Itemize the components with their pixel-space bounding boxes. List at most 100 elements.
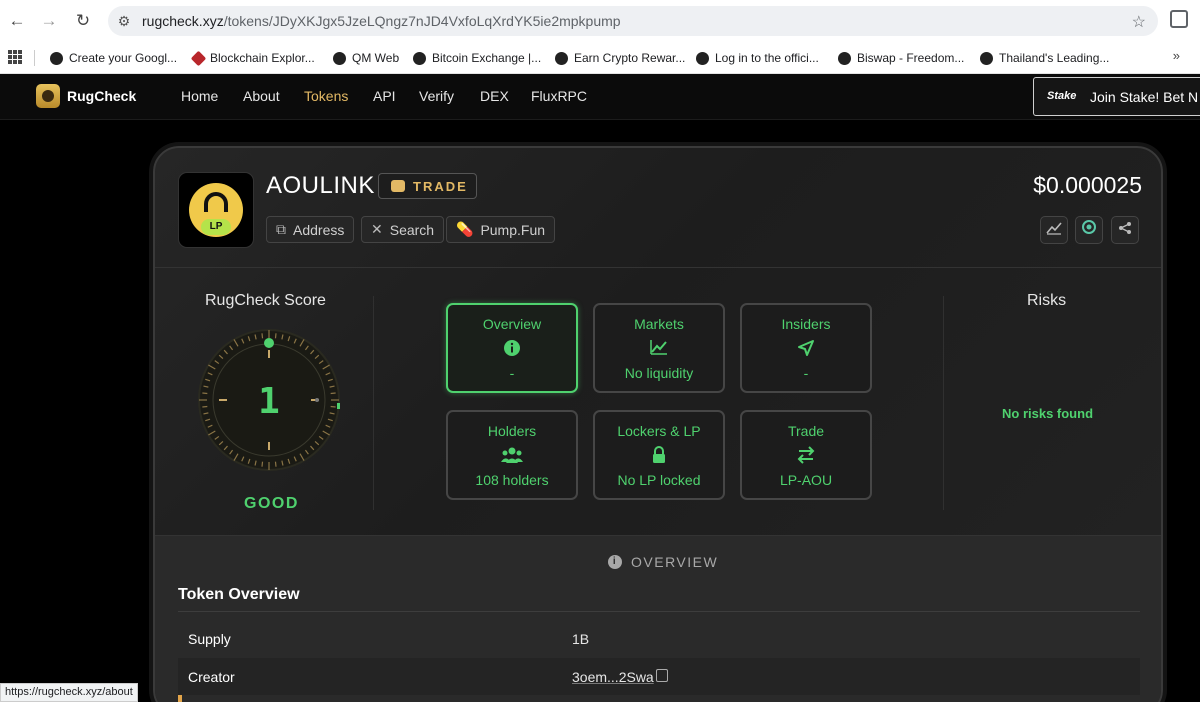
token-logo-mark [204,192,228,212]
bookmarks-divider [34,50,35,66]
chart-icon-glyph [1046,222,1062,235]
token-overview-title: Token Overview [178,586,300,603]
pumpfun-button[interactable]: 💊 Pump.Fun [446,216,556,243]
address-bar[interactable]: ⚙ rugcheck.xyz/tokens/JDyXKJgx5JzeLQngz7… [108,6,1158,36]
bookmark-item[interactable]: Bitcoin Exchange |... [413,49,541,67]
score-title: RugCheck Score [205,292,326,309]
token-name: AOULINK [266,172,375,199]
share-icon-glyph [1119,222,1131,234]
chart-icon[interactable] [1040,216,1068,244]
risks-divider [943,296,944,510]
more-bookmarks-icon[interactable]: » [1173,48,1180,63]
site-settings-icon[interactable]: ⚙ [116,13,132,29]
gauge-tick [274,333,277,339]
token-header: LP AOULINK TRADE $0.000025 ⧉ Address ✕ Sea… [155,148,1161,268]
info-icon: i [608,555,622,569]
score-divider [373,296,374,510]
score-label: GOOD [244,495,299,512]
nav-about[interactable]: About [243,88,280,104]
bookmark-item[interactable]: Log in to the offici... [696,49,819,67]
bookmarks-bar: Create your Googl... Blockchain Explor..… [0,42,1200,74]
users-icon [448,446,576,469]
bookmark-item[interactable]: Biswap - Freedom... [838,49,964,67]
rugcheck-logo-icon[interactable] [36,84,60,108]
bookmark-favicon-icon [413,51,426,65]
bookmark-favicon-icon [696,51,709,65]
bookmark-item[interactable]: Blockchain Explor... [190,49,315,67]
nav-tokens[interactable]: Tokens [304,88,348,104]
gauge-tick [261,461,264,467]
target-icon-glyph [1082,220,1096,234]
warning-strip [178,695,182,702]
nav-api[interactable]: API [373,88,396,104]
apps-grid-icon[interactable] [8,50,22,64]
info-icon [448,339,576,362]
gauge-tick [274,461,277,467]
address-button[interactable]: ⧉ Address [266,216,355,243]
robot-icon [391,180,405,192]
x-icon: ✕ [371,221,383,237]
nav-verify[interactable]: Verify [419,88,454,104]
pill-icon: 💊 [456,221,474,237]
gauge-tick [330,405,336,408]
search-button[interactable]: ✕ Search [361,216,445,243]
token-logo: LP [178,172,254,248]
overview-section: i OVERVIEW Token Overview Supply 1B Crea… [155,535,1161,702]
chart-icon [595,339,723,360]
tile-lockers-lp[interactable]: Lockers & LP No LP locked [593,410,725,500]
tile-markets[interactable]: Markets No liquidity [593,303,725,393]
send-icon [742,339,870,362]
nav-fluxrpc[interactable]: FluxRPC [531,88,587,104]
bookmark-favicon-icon [838,51,851,65]
url-text[interactable]: rugcheck.xyz/tokens/JDyXKJgx5JzeLQngz7nJ… [142,13,621,29]
bookmark-item[interactable]: Create your Googl... [50,49,177,67]
bookmark-item[interactable]: Earn Crypto Rewar... [555,49,685,67]
site-header: RugCheck Home About Tokens API Verify DE… [0,74,1200,120]
stake-banner[interactable]: Stake Join Stake! Bet N [1033,77,1200,116]
extensions-icon[interactable] [1170,10,1188,28]
tile-insiders[interactable]: Insiders - [740,303,872,393]
bookmark-item[interactable]: QM Web [333,49,399,67]
browser-toolbar: ← → ↻ ⚙ rugcheck.xyz/tokens/JDyXKJgx5Jze… [0,0,1200,42]
nav-home[interactable]: Home [181,88,218,104]
trade-badge[interactable]: TRADE [378,173,477,199]
gauge-tick [202,392,208,395]
risks-message: No risks found [1002,406,1094,421]
bookmark-favicon-icon [50,51,63,65]
score-value: 1 [258,381,280,422]
bookmark-star-icon[interactable]: ☆ [1132,12,1146,32]
copy-icon[interactable] [656,669,668,682]
header-divider [155,267,1161,268]
bookmark-item[interactable]: Thailand's Leading... [980,49,1109,67]
gauge-tick [330,392,336,395]
gauge-tick [202,405,208,408]
tile-holders[interactable]: Holders 108 holders [446,410,578,500]
overview-rule [178,611,1140,612]
overview-row-supply: Supply 1B [188,631,590,647]
token-card: LP AOULINK TRADE $0.000025 ⧉ Address ✕ Sea… [153,146,1163,702]
site-logo-text[interactable]: RugCheck [67,88,136,104]
bookmark-favicon-icon [333,51,346,65]
bookmark-favicon-icon [190,50,207,66]
bookmark-favicon-icon [555,51,568,65]
stake-banner-text: Join Stake! Bet N [1090,89,1199,105]
lock-icon [595,446,723,469]
share-icon[interactable] [1111,216,1139,244]
forward-icon[interactable]: → [38,10,60,32]
link-status-bar: https://rugcheck.xyz/about [0,683,138,702]
gauge-tick [261,333,264,339]
bookmark-favicon-icon [980,51,993,65]
reload-icon[interactable]: ↻ [72,10,94,32]
copy-icon: ⧉ [276,221,286,237]
nav-dex[interactable]: DEX [480,88,509,104]
back-icon[interactable]: ← [6,10,28,32]
creator-address-link[interactable]: 3oem...2Swa [572,669,654,685]
swap-icon [742,446,870,469]
overview-section-label: i OVERVIEW [608,554,718,570]
stake-logo: Stake [1047,90,1077,102]
lp-badge: LP [201,219,231,235]
tile-trade[interactable]: Trade LP-AOU [740,410,872,500]
tile-overview[interactable]: Overview - [446,303,578,393]
target-icon[interactable] [1075,216,1103,244]
score-gauge: 1 [198,329,340,471]
